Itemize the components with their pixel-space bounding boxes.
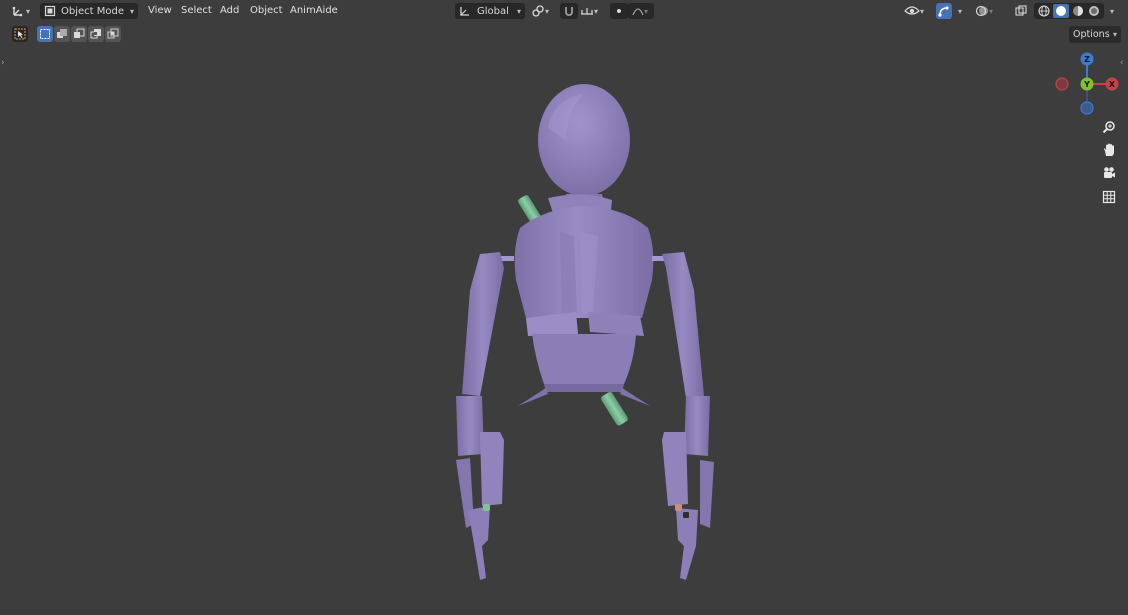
camera-view-button[interactable]: [1099, 163, 1119, 183]
mode-select[interactable]: Object Mode ▾: [40, 3, 138, 19]
select-subtract-icon: [74, 28, 85, 38]
select-invert-button[interactable]: [88, 26, 104, 42]
toolbar-toggle-arrow-icon[interactable]: ›: [1, 58, 5, 68]
select-new-icon: [40, 29, 50, 39]
visibility-select[interactable]: ▾: [904, 3, 932, 19]
pivot-point-button[interactable]: ▾: [531, 3, 557, 19]
head-mesh[interactable]: [538, 84, 630, 196]
scene-render[interactable]: [0, 0, 1128, 615]
menu-animaide[interactable]: AnimAide: [290, 4, 338, 18]
eye-icon: [904, 6, 920, 15]
gizmo-menu[interactable]: ▾: [953, 3, 967, 19]
chevron-down-icon: ▾: [516, 6, 521, 16]
dot-icon: [617, 9, 621, 13]
viewport-header: ▾ Object Mode ▾ View Select Add Object A…: [0, 0, 1128, 22]
magnet-icon: [565, 7, 573, 16]
zoom-icon: [1102, 121, 1115, 134]
menu-select[interactable]: Select: [181, 4, 212, 18]
select-subtract-button[interactable]: [71, 26, 87, 42]
axes-icon: [12, 6, 23, 17]
orientation-icon: [460, 7, 469, 16]
pan-button[interactable]: [1099, 140, 1119, 160]
right-arm-mesh[interactable]: [662, 252, 714, 580]
chevron-down-icon: ▾: [920, 6, 925, 16]
zoom-button[interactable]: [1099, 117, 1119, 137]
y-axis-label: Y: [1083, 80, 1090, 89]
overlays-select[interactable]: ▾: [975, 3, 1003, 19]
hand-icon: [1104, 143, 1114, 156]
tool-settings-bar: Options ▾: [0, 24, 1128, 44]
falloff-curve-icon: [632, 8, 644, 16]
grid-icon: [1102, 190, 1116, 204]
options-dropdown[interactable]: Options ▾: [1069, 26, 1121, 43]
select-intersect-button[interactable]: [105, 26, 121, 42]
chevron-down-icon: ▾: [129, 6, 134, 16]
chevron-down-icon: ▾: [644, 6, 649, 16]
material-shading-icon[interactable]: [1071, 4, 1085, 18]
gizmo-toggle[interactable]: [936, 3, 952, 19]
chevron-down-icon: ▾: [1109, 6, 1114, 16]
link-icon: [532, 5, 544, 17]
z-axis-label: Z: [1084, 55, 1090, 64]
neg-x-handle[interactable]: [1055, 77, 1069, 91]
editor-type-button[interactable]: ▾: [9, 3, 35, 19]
solid-shading-icon[interactable]: [1053, 4, 1069, 18]
mode-label: Object Mode: [61, 5, 124, 17]
xray-toggle[interactable]: [1013, 3, 1029, 19]
x-axis-label: X: [1109, 80, 1116, 89]
overlays-icon: [975, 5, 988, 17]
select-new-button[interactable]: [37, 26, 53, 42]
options-label: Options: [1073, 29, 1110, 40]
chevron-down-icon: ▾: [545, 6, 550, 16]
select-intersect-icon: [107, 28, 119, 39]
chevron-down-icon: ▾: [26, 6, 31, 16]
snap-increment-icon: [581, 8, 593, 15]
shading-options-menu[interactable]: ▾: [1105, 3, 1119, 19]
orientation-label: Global: [477, 5, 509, 17]
chevron-down-icon: ▾: [957, 6, 962, 16]
chevron-down-icon: ▾: [594, 6, 599, 16]
snap-toggle[interactable]: [560, 3, 578, 19]
active-tool-button[interactable]: [12, 26, 28, 42]
menu-object[interactable]: Object: [250, 4, 283, 18]
left-shoulder-pin[interactable]: [500, 256, 514, 261]
select-invert-icon: [90, 29, 101, 39]
select-extend-icon: [57, 29, 67, 38]
falloff-select[interactable]: ▾: [628, 3, 654, 19]
object-mode-icon: [44, 5, 56, 17]
chevron-down-icon: ▾: [989, 6, 994, 16]
left-arm-mesh[interactable]: [456, 252, 504, 580]
3d-viewport[interactable]: ▾ Object Mode ▾ View Select Add Object A…: [0, 0, 1128, 615]
camera-icon: [1104, 167, 1115, 178]
chevron-down-icon: ▾: [1112, 30, 1117, 39]
rendered-shading-icon[interactable]: [1087, 4, 1101, 18]
neg-z-handle[interactable]: [1080, 101, 1094, 115]
menu-add[interactable]: Add: [220, 4, 239, 18]
select-extend-button[interactable]: [54, 26, 70, 42]
proportional-edit-toggle[interactable]: [610, 3, 628, 19]
menu-view[interactable]: View: [148, 4, 172, 18]
cursor-select-icon: [14, 28, 26, 40]
shading-mode-group: [1034, 3, 1104, 19]
torso-mesh[interactable]: [514, 206, 654, 406]
navigation-gizmo[interactable]: Z X Y: [1052, 50, 1124, 118]
transform-orientation-select[interactable]: Global ▾: [455, 3, 525, 19]
xray-icon: [1015, 5, 1027, 16]
snap-target-button[interactable]: ▾: [580, 3, 606, 19]
gizmo-icon: [938, 6, 949, 17]
ortho-toggle-button[interactable]: [1099, 187, 1119, 207]
wireframe-shading-icon[interactable]: [1037, 4, 1051, 18]
